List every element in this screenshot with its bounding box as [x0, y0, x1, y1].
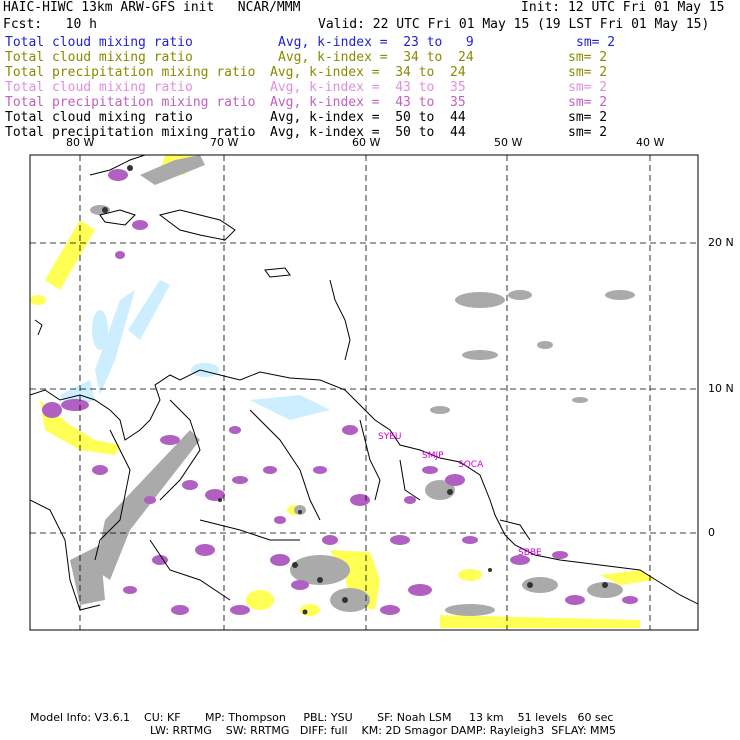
station-sbbe: SBBE: [518, 548, 542, 558]
model-info-line2: LW: RRTMG SW: RRTMG DIFF: full KM: 2D Sm…: [150, 724, 616, 737]
model-info-line1: Model Info: V3.6.1 CU: KF MP: Thompson P…: [30, 711, 614, 724]
lon-label-50w: 50 W: [494, 136, 523, 149]
lon-label-70w: 70 W: [210, 136, 239, 149]
lon-label-60w: 60 W: [352, 136, 381, 149]
coastlines: [30, 155, 698, 611]
lon-label-40w: 40 W: [636, 136, 665, 149]
map-fields: [30, 155, 655, 628]
map-canvas: [29, 154, 699, 631]
station-soca: SOCA: [458, 460, 484, 470]
lat-label-0: 0: [708, 526, 715, 539]
lat-label-10n: 10 N: [708, 382, 734, 395]
station-smjp: SMJP: [422, 451, 444, 461]
lat-label-20n: 20 N: [708, 236, 734, 249]
lon-label-80w: 80 W: [66, 136, 95, 149]
high-cloud-field: [60, 280, 330, 420]
station-syeu: SYEU: [378, 432, 402, 442]
high-precip-field: [42, 169, 638, 615]
